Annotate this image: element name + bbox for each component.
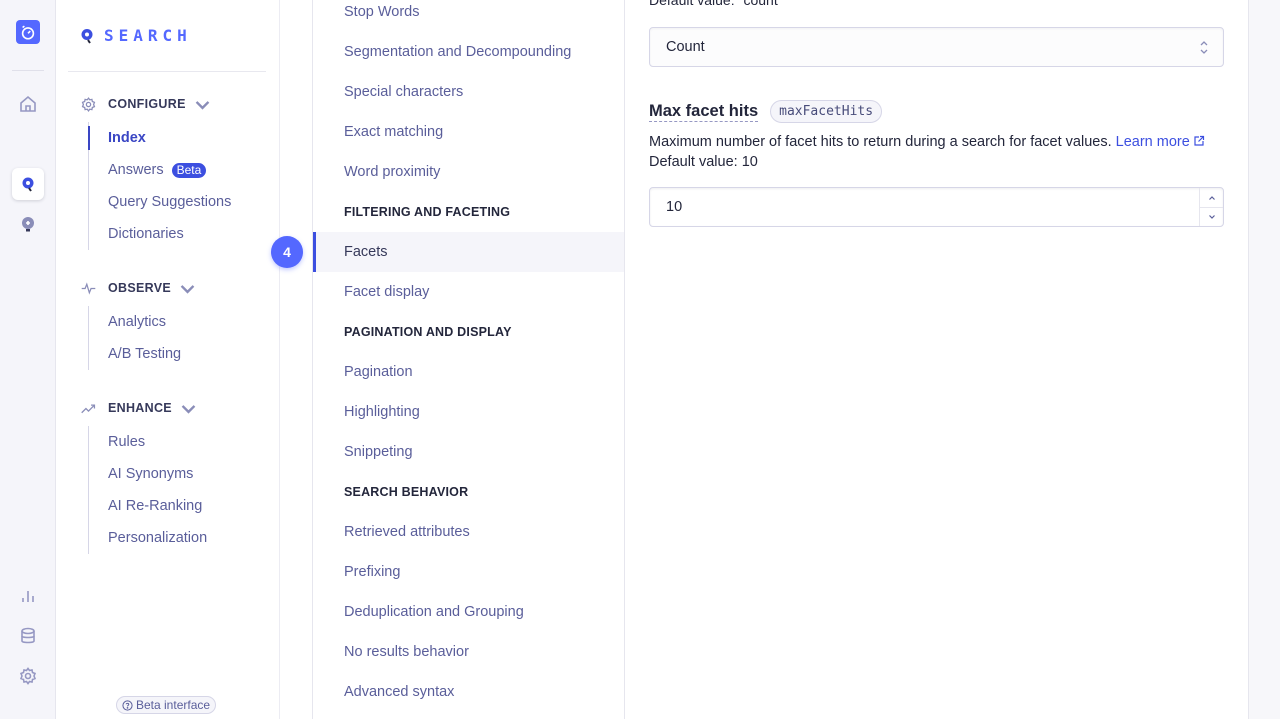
select-value: Count <box>666 39 705 55</box>
sidebar-item-index[interactable]: Index <box>87 122 231 154</box>
field-label[interactable]: Max facet hits <box>649 101 759 122</box>
rail-divider <box>12 70 44 71</box>
nav-item-prefixing[interactable]: Prefixing <box>313 552 624 592</box>
settings-nav-list: Stop Words Segmentation and Decompounding… <box>313 0 624 712</box>
nav-item-exact-matching[interactable]: Exact matching <box>313 112 624 152</box>
trending-up-icon <box>81 403 96 413</box>
brand-title: SEARCH <box>104 26 192 45</box>
nav-item-facet-display[interactable]: Facet display <box>313 272 624 312</box>
nav-item-special-characters[interactable]: Special characters <box>313 72 624 112</box>
nav-item-segmentation-and-decompounding[interactable]: Segmentation and Decompounding <box>313 32 624 72</box>
nav-item-facets[interactable]: Facets <box>313 232 624 272</box>
sidebar-item-label: AI Synonyms <box>108 466 194 482</box>
sidebar-item-personalization[interactable]: Personalization <box>108 522 208 554</box>
description-text: Maximum number of facet hits to return d… <box>649 134 1112 150</box>
sidebar-item-label: Query Suggestions <box>108 194 232 210</box>
external-link-icon <box>1194 135 1204 146</box>
sidebar-item-label: Personalization <box>108 530 208 546</box>
decrement-button[interactable] <box>1200 207 1223 226</box>
settings-content: Default value: "count" Count Max facet h… <box>625 0 1248 719</box>
settings-gear-icon[interactable] <box>12 660 44 692</box>
group-observe: OBSERVE Analytics A/B Testing <box>80 278 207 370</box>
nav-section-header: FILTERING AND FACETING <box>344 205 511 219</box>
nav-item-deduplication-and-grouping[interactable]: Deduplication and Grouping <box>313 592 624 632</box>
gutter <box>280 0 312 719</box>
group-enhance: ENHANCE Rules AI Synonyms AI Re-Ranking … <box>80 398 208 554</box>
chevron-down-icon <box>180 284 195 294</box>
nav-section-header: SEARCH BEHAVIOR <box>344 485 469 499</box>
pulse-icon <box>81 281 96 295</box>
group-configure-toggle[interactable]: CONFIGURE <box>80 94 231 114</box>
recommend-bulb-icon[interactable] <box>12 208 44 240</box>
nav-item-highlighting[interactable]: Highlighting <box>313 392 624 432</box>
chevron-down-icon <box>181 404 196 414</box>
nav-item-word-proximity[interactable]: Word proximity <box>313 152 624 192</box>
brand: SEARCH <box>80 26 192 45</box>
learn-more-link[interactable]: Learn more <box>1116 134 1205 150</box>
chevron-down-icon <box>1208 215 1215 219</box>
app-rail <box>0 0 56 719</box>
group-enhance-toggle[interactable]: ENHANCE <box>80 398 208 418</box>
group-title: CONFIGURE <box>108 97 186 111</box>
help-circle-icon <box>122 699 133 711</box>
increment-button[interactable] <box>1200 188 1223 207</box>
sidebar-item-label: AI Re-Ranking <box>108 498 203 514</box>
number-stepper <box>1199 188 1223 226</box>
param-name-pill: maxFacetHits <box>770 100 883 123</box>
analytics-bar-icon[interactable] <box>12 580 44 612</box>
nav-item-snippeting[interactable]: Snippeting <box>313 432 624 472</box>
beta-interface-button[interactable]: Beta interface <box>116 696 217 714</box>
right-panel-edge <box>1248 0 1280 719</box>
beta-interface-label: Beta interface <box>136 698 211 712</box>
default-value-text: Default value: 10 <box>649 154 758 170</box>
nav-item-stop-words[interactable]: Stop Words <box>313 0 624 32</box>
brand-divider <box>68 71 266 72</box>
stopwatch-logo-icon[interactable] <box>16 20 40 44</box>
nav-item-pagination[interactable]: Pagination <box>313 352 624 392</box>
search-logo-icon <box>81 28 93 44</box>
gear-icon <box>81 96 96 112</box>
nav-item-retrieved-attributes[interactable]: Retrieved attributes <box>313 512 624 552</box>
nav-item-no-results-behavior[interactable]: No results behavior <box>313 632 624 672</box>
beta-badge: Beta <box>171 162 207 178</box>
chevron-up-icon <box>1208 195 1215 200</box>
group-title: OBSERVE <box>108 281 172 295</box>
sort-facet-values-select[interactable]: Count <box>649 27 1224 67</box>
chevron-up-down-icon <box>1200 41 1208 54</box>
nav-section-header: PAGINATION AND DISPLAY <box>344 325 512 339</box>
max-facet-hits-header: Max facet hits maxFacetHits <box>649 100 883 123</box>
sidebar-item-label: Rules <box>108 434 146 450</box>
field-description: Maximum number of facet hits to return d… <box>649 132 1205 172</box>
sidebar-item-label: Answers <box>108 162 164 178</box>
learn-more-label: Learn more <box>1115 134 1190 150</box>
sidebar-item-ai-reranking[interactable]: AI Re-Ranking <box>108 490 208 522</box>
sidebar-item-answers[interactable]: Answers Beta <box>108 154 231 186</box>
group-title: ENHANCE <box>108 401 172 415</box>
sidebar-item-label: Dictionaries <box>108 226 184 242</box>
search-icon[interactable] <box>12 168 44 200</box>
settings-nav: Stop Words Segmentation and Decompounding… <box>312 0 625 719</box>
sidebar-item-ab-testing[interactable]: A/B Testing <box>108 338 207 370</box>
sidebar-item-dictionaries[interactable]: Dictionaries <box>108 218 231 250</box>
group-observe-toggle[interactable]: OBSERVE <box>80 278 207 298</box>
sidebar-item-rules[interactable]: Rules <box>108 426 208 458</box>
max-facet-hits-input[interactable]: 10 <box>649 187 1224 227</box>
database-icon[interactable] <box>12 620 44 652</box>
step-indicator: 4 <box>271 236 303 268</box>
sort-default-text: Default value: "count" <box>649 0 783 8</box>
sidebar-item-label: A/B Testing <box>108 346 182 362</box>
home-icon[interactable] <box>12 88 44 120</box>
input-value: 10 <box>666 199 683 215</box>
chevron-down-icon <box>195 100 209 110</box>
sidebar-item-label: Analytics <box>108 314 167 330</box>
sidebar: SEARCH CONFIGURE Index Answers Beta Query… <box>56 0 280 719</box>
sidebar-item-analytics[interactable]: Analytics <box>108 306 207 338</box>
sidebar-item-query-suggestions[interactable]: Query Suggestions <box>108 186 231 218</box>
sidebar-item-ai-synonyms[interactable]: AI Synonyms <box>108 458 208 490</box>
group-configure: CONFIGURE Index Answers Beta Query Sugges… <box>80 94 231 250</box>
sidebar-item-label: Index <box>108 130 146 146</box>
nav-item-advanced-syntax[interactable]: Advanced syntax <box>313 672 624 712</box>
